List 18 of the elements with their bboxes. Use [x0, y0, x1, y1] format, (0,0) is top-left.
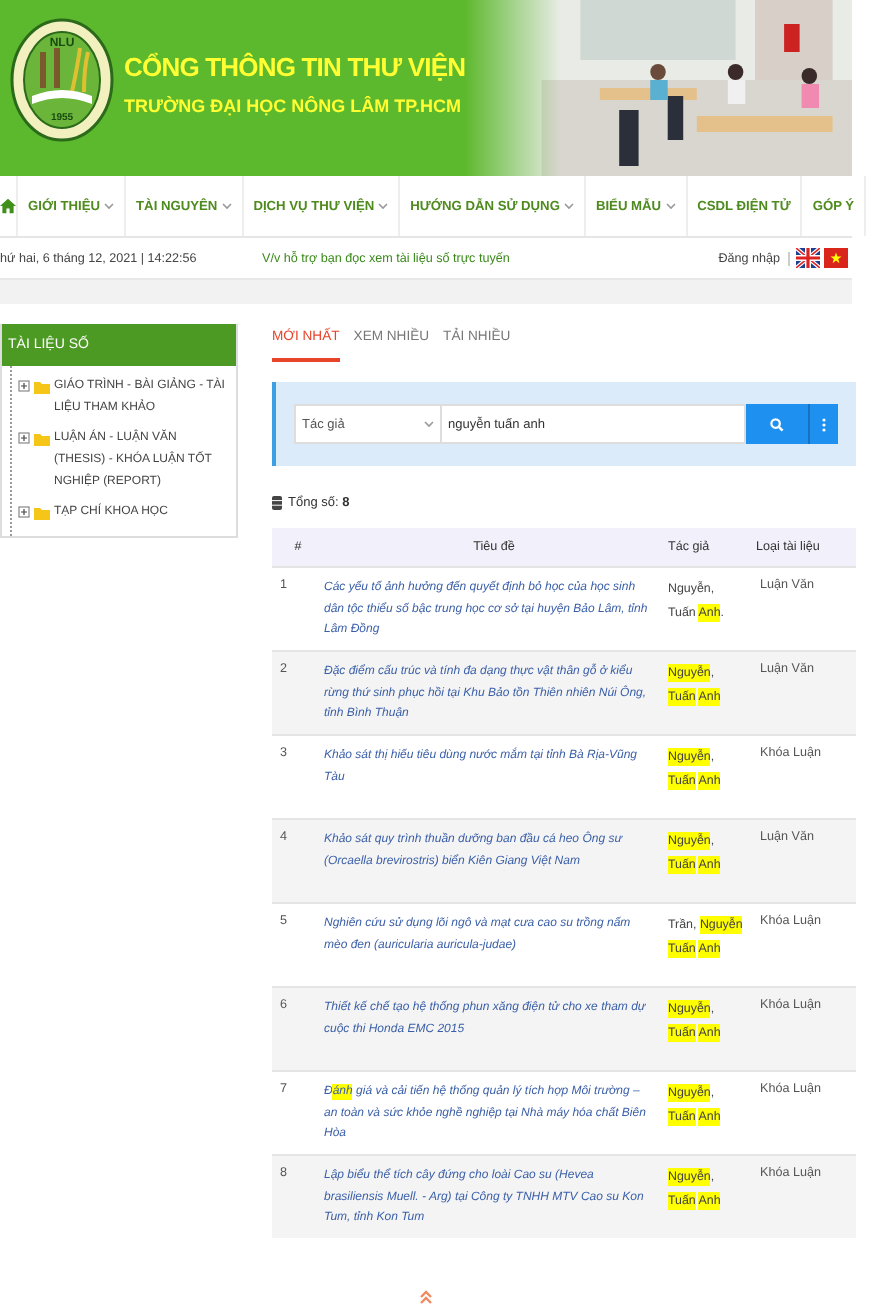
- folder-icon: [34, 431, 50, 445]
- home-button[interactable]: [0, 176, 18, 236]
- flag-icon[interactable]: [824, 248, 848, 268]
- database-icon: [272, 496, 282, 510]
- home-icon: [0, 198, 16, 214]
- caret-icon: [424, 420, 434, 428]
- more-button[interactable]: [808, 404, 838, 444]
- expand-icon[interactable]: [18, 432, 30, 444]
- expand-icon[interactable]: [18, 380, 30, 392]
- site-title: CỔNG THÔNG TIN THƯ VIỆN: [124, 49, 468, 83]
- expand-icon[interactable]: [18, 506, 30, 518]
- flag-icon[interactable]: [796, 248, 820, 268]
- folder-icon: [34, 505, 50, 519]
- search-icon: [770, 417, 784, 431]
- search-button[interactable]: [746, 404, 808, 444]
- site-subtitle: TRƯỜNG ĐẠI HỌC NÔNG LÂM TP.HCM: [124, 95, 463, 115]
- scroll-top-icon[interactable]: [420, 1290, 432, 1304]
- folder-icon: [34, 379, 50, 393]
